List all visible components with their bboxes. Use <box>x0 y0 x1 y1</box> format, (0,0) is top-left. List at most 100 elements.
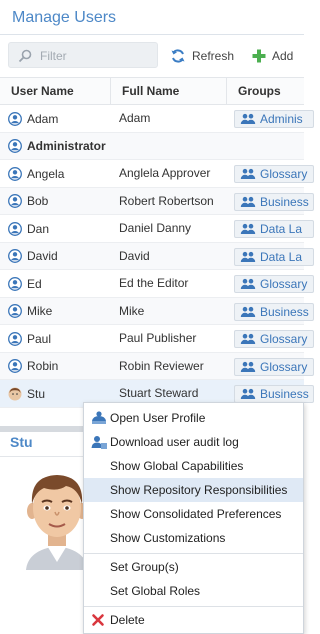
user-name: Bob <box>27 194 49 208</box>
menu-item-set-groups[interactable]: Set Group(s) <box>84 555 303 579</box>
user-name: Robin <box>27 359 59 373</box>
table-row[interactable]: David David Data La <box>0 242 314 270</box>
group-chip[interactable]: Data La <box>234 247 314 266</box>
menu-item-set-global-roles[interactable]: Set Global Roles <box>84 579 303 603</box>
users-table-body: Adam Adam Adminis Administrator Angela A… <box>0 105 314 408</box>
menu-item-label: Show Customizations <box>110 531 226 545</box>
user-icon <box>8 331 22 346</box>
manage-users-panel: Manage Users Filter Refresh Add User Nam… <box>0 0 314 634</box>
menu-item-label: Open User Profile <box>110 411 206 425</box>
menu-item-label: Delete <box>110 613 145 627</box>
group-icon <box>240 361 256 372</box>
full-name: Ed the Editor <box>119 276 189 290</box>
full-name: Robert Robertson <box>119 193 214 208</box>
group-chip[interactable]: Data La <box>234 220 314 238</box>
menu-item-delete[interactable]: Delete <box>84 608 303 632</box>
avatar-icon <box>8 387 22 400</box>
group-name: Glossary <box>260 332 308 346</box>
user-name: Angela <box>27 166 65 181</box>
user-cell: David <box>8 243 58 270</box>
table-row[interactable]: Paul Paul Publisher Glossary <box>0 325 314 353</box>
menu-item-show-customizations[interactable]: Show Customizations <box>84 526 303 550</box>
table-row[interactable]: Mike Mike Business <box>0 297 314 325</box>
avatar <box>26 475 88 570</box>
full-name: Mike <box>119 303 145 318</box>
user-cell: Ed <box>8 270 42 297</box>
user-cell: Paul <box>8 325 51 352</box>
filter-input[interactable]: Filter <box>8 42 158 68</box>
user-cell: Angela <box>8 160 64 187</box>
full-name: David <box>119 248 150 263</box>
group-name: Adminis <box>260 112 303 126</box>
delete-x-icon <box>92 614 104 626</box>
user-icon <box>8 166 22 181</box>
group-name: Business <box>260 304 309 319</box>
group-icon <box>240 223 256 234</box>
column-header-user-name[interactable]: User Name <box>0 78 110 105</box>
group-icon <box>240 388 256 399</box>
group-icon <box>240 113 256 124</box>
table-row[interactable]: Adam Adam Adminis <box>0 105 314 133</box>
user-icon <box>8 111 22 126</box>
user-icon <box>8 276 22 291</box>
add-label: Add <box>272 49 294 63</box>
table-row[interactable]: Angela Anglela Approver Glossary <box>0 160 314 188</box>
table-row[interactable]: Bob Robert Robertson Business <box>0 187 314 215</box>
table-row[interactable]: Dan Daniel Danny Data La <box>0 215 314 243</box>
refresh-icon <box>171 49 185 63</box>
table-row[interactable]: Administrator <box>0 132 304 160</box>
user-icon <box>8 194 22 208</box>
group-icon <box>240 306 256 317</box>
group-chip[interactable]: Business <box>234 302 314 321</box>
group-icon <box>240 333 256 344</box>
user-name: Paul <box>27 331 52 346</box>
group-chip[interactable]: Glossary <box>234 357 314 376</box>
user-cell: Robin <box>8 353 58 380</box>
filter-placeholder: Filter <box>40 49 67 63</box>
user-cell: Bob <box>8 188 48 215</box>
group-icon <box>240 278 256 289</box>
full-name: Anglela Approver <box>119 166 211 180</box>
user-name: Ed <box>27 276 42 291</box>
menu-item-show-repository-responsibilities[interactable]: Show Repository Responsibilities <box>84 478 303 502</box>
user-name: David <box>27 249 58 263</box>
user-name: Mike <box>27 304 53 318</box>
user-name: Administrator <box>27 139 106 153</box>
group-chip[interactable]: Business <box>234 385 314 403</box>
group-chip[interactable]: Glossary <box>234 330 314 348</box>
full-name: Adam <box>119 111 151 125</box>
menu-item-label: Show Consolidated Preferences <box>110 507 282 521</box>
column-header-groups[interactable]: Groups <box>226 78 304 105</box>
menu-item-label: Show Global Capabilities <box>110 459 244 473</box>
table-row[interactable]: Robin Robin Reviewer Glossary <box>0 352 314 380</box>
table-header: User Name Full Name Groups <box>0 77 304 105</box>
add-button[interactable]: Add <box>252 47 293 65</box>
menu-item-show-global-capabilities[interactable]: Show Global Capabilities <box>84 454 303 478</box>
group-chip[interactable]: Glossary <box>234 165 314 183</box>
user-name: Dan <box>27 221 50 236</box>
menu-separator <box>84 553 303 554</box>
user-download-icon <box>91 436 107 449</box>
table-row[interactable]: Ed Ed the Editor Glossary <box>0 270 314 298</box>
menu-item-open-user-profile[interactable]: Open User Profile <box>84 406 303 430</box>
menu-item-label: Show Repository Responsibilities <box>110 483 288 497</box>
menu-item-show-consolidated-preferences[interactable]: Show Consolidated Preferences <box>84 502 303 526</box>
group-name: Data La <box>260 249 303 264</box>
group-chip[interactable]: Adminis <box>234 110 314 128</box>
detail-title: Stu <box>10 434 33 450</box>
refresh-button[interactable]: Refresh <box>170 47 234 65</box>
full-name: Paul Publisher <box>119 331 197 345</box>
column-header-full-name[interactable]: Full Name <box>110 78 226 105</box>
group-name: Glossary <box>260 167 308 181</box>
user-cell: Administrator <box>8 133 106 160</box>
group-chip[interactable]: Business <box>234 192 314 211</box>
group-icon <box>240 251 256 262</box>
group-name: Glossary <box>260 277 308 291</box>
user-cell: Stu <box>8 380 45 407</box>
menu-item-download-audit-log[interactable]: Download user audit log <box>84 430 303 454</box>
user-icon <box>8 221 22 236</box>
user-icon <box>8 304 22 318</box>
user-cell: Dan <box>8 215 49 242</box>
user-icon <box>8 139 22 153</box>
group-chip[interactable]: Glossary <box>234 275 314 293</box>
